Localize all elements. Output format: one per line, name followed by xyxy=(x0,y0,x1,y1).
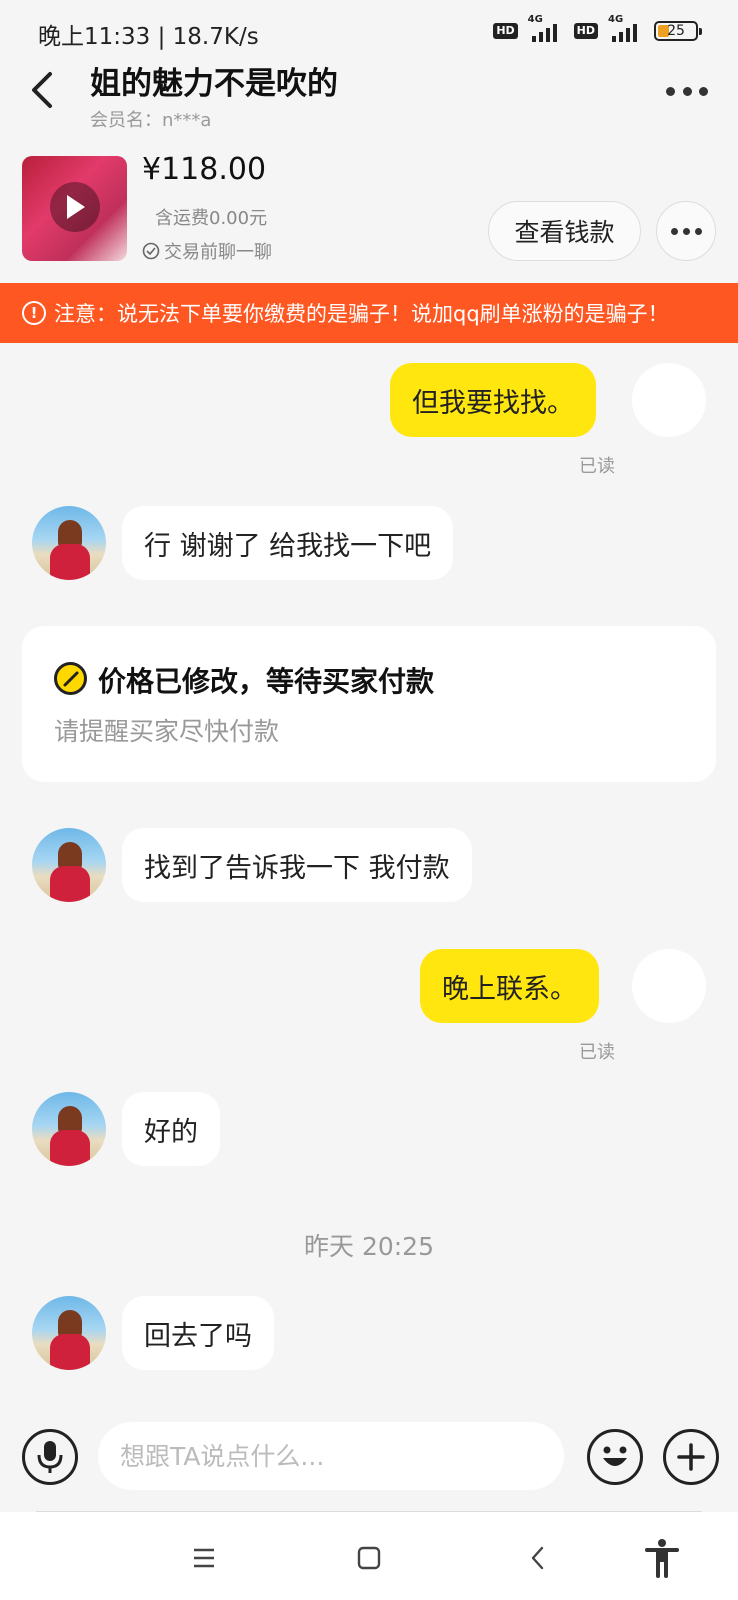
message-input[interactable] xyxy=(98,1422,564,1490)
view-payment-button[interactable]: 查看钱款 xyxy=(488,201,641,261)
message-bubble-incoming[interactable]: 找到了告诉我一下 我付款 xyxy=(122,828,472,902)
status-time: 晚上11:33 | 18.7K/s xyxy=(38,24,259,50)
signal-icon-2: 4G xyxy=(606,14,646,42)
more-dot-icon xyxy=(666,86,675,96)
peer-avatar[interactable] xyxy=(32,1092,106,1166)
signal-icon: 4G xyxy=(526,14,566,42)
warning-text: 注意：说无法下单要你缴费的是骗子！说加qq刷单涨粉的是骗子！ xyxy=(54,302,669,326)
play-icon xyxy=(50,182,100,232)
status-icons: HD 4G HD 4G 25 xyxy=(493,14,702,42)
smiley-icon xyxy=(603,1446,627,1466)
product-more-button[interactable] xyxy=(656,201,716,261)
more-dot-icon xyxy=(699,86,708,96)
menu-icon xyxy=(194,1548,214,1568)
status-bar: 晚上11:33 | 18.7K/s HD 4G HD 4G 25 xyxy=(0,0,738,62)
system-nav-bar xyxy=(0,1512,738,1600)
more-options-button[interactable] xyxy=(662,76,712,106)
more-actions-button[interactable] xyxy=(663,1429,719,1485)
warning-banner: ! 注意：说无法下单要你缴费的是骗子！说加qq刷单涨粉的是骗子！ xyxy=(0,283,738,343)
product-thumbnail[interactable] xyxy=(22,156,127,261)
message-bubble-incoming[interactable]: 回去了吗 xyxy=(122,1296,274,1370)
product-chat-hint: 交易前聊一聊 xyxy=(142,238,272,264)
edit-price-icon xyxy=(54,662,87,695)
chevron-left-icon xyxy=(531,1546,544,1570)
chat-title: 姐的魅力不是吹的 xyxy=(90,66,338,102)
more-dot-icon xyxy=(694,227,702,235)
self-avatar[interactable] xyxy=(632,363,706,437)
peer-avatar[interactable] xyxy=(32,828,106,902)
accessibility-icon xyxy=(645,1539,679,1578)
self-avatar[interactable] xyxy=(632,949,706,1023)
nav-menu-button[interactable] xyxy=(180,1534,228,1582)
product-shipping: 含运费0.00元 xyxy=(155,208,268,229)
microphone-icon xyxy=(37,1441,63,1473)
back-button[interactable] xyxy=(22,64,62,116)
system-card-title: 价格已修改，等待买家付款 xyxy=(98,665,435,698)
battery-level: 25 xyxy=(667,23,685,39)
message-bubble-outgoing[interactable]: 但我要找找。 xyxy=(390,363,596,437)
chevron-left-icon xyxy=(32,72,52,108)
chat-hint-label: 交易前聊一聊 xyxy=(164,242,272,263)
product-price: ¥118.00 xyxy=(142,152,267,187)
nav-home-button[interactable] xyxy=(345,1534,393,1582)
more-dot-icon xyxy=(682,227,690,235)
plus-icon xyxy=(677,1443,705,1471)
message-bubble-outgoing[interactable]: 晚上联系。 xyxy=(420,949,599,1023)
nav-back-button[interactable] xyxy=(514,1534,562,1582)
more-dot-icon xyxy=(682,86,692,96)
read-status: 已读 xyxy=(579,456,615,477)
peer-avatar[interactable] xyxy=(32,506,106,580)
battery-icon: 25 xyxy=(654,21,702,41)
voice-input-button[interactable] xyxy=(22,1429,78,1485)
home-square-icon xyxy=(357,1546,381,1570)
more-dot-icon xyxy=(670,227,678,235)
member-name: 会员名：n***a xyxy=(90,110,212,131)
read-status: 已读 xyxy=(579,1042,615,1063)
message-bubble-incoming[interactable]: 好的 xyxy=(122,1092,220,1166)
system-card-subtitle: 请提醒买家尽快付款 xyxy=(54,717,280,746)
chat-timestamp: 昨天 20:25 xyxy=(304,1232,434,1261)
message-bubble-incoming[interactable]: 行 谢谢了 给我找一下吧 xyxy=(122,506,454,580)
accessibility-button[interactable] xyxy=(638,1534,686,1582)
price-modified-card[interactable]: 价格已修改，等待买家付款 请提醒买家尽快付款 xyxy=(22,626,716,782)
emoji-button[interactable] xyxy=(587,1429,643,1485)
hd-icon: HD xyxy=(493,23,518,39)
peer-avatar[interactable] xyxy=(32,1296,106,1370)
warning-icon: ! xyxy=(22,301,46,325)
check-circle-icon xyxy=(142,242,160,260)
hd-icon-2: HD xyxy=(573,23,598,39)
